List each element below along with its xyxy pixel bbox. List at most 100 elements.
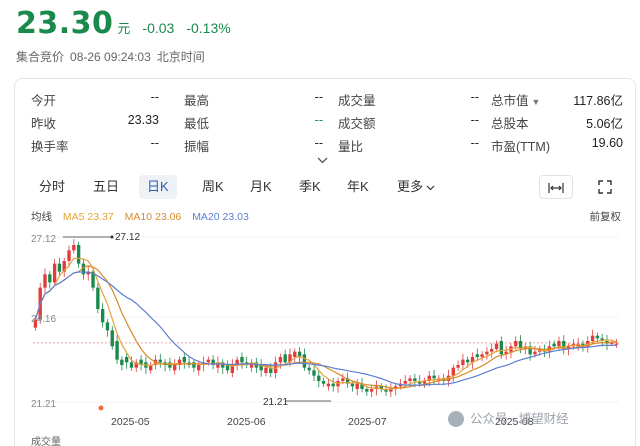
quote-panel: 今开 -- 最高 -- 成交量 -- 总市值 ▼ 117.86亿 昨收 23.33… (14, 78, 636, 446)
candle-body (158, 359, 162, 363)
candle-body (52, 263, 57, 283)
stat-label: 最低 (184, 117, 210, 131)
candle-body (293, 351, 297, 357)
price-change: -0.03 (142, 20, 175, 36)
candle-body (326, 383, 331, 387)
stat-value: -- (150, 90, 159, 104)
candle-body (96, 287, 100, 309)
stat-value: -- (314, 136, 323, 150)
stat-value: 23.33 (127, 113, 159, 127)
stat-label-market-cap[interactable]: 总市值 ▼ (491, 90, 540, 109)
candle-body (557, 341, 561, 347)
stat-value: 117.86亿 (573, 94, 623, 108)
y-tick-label: 21.21 (31, 399, 56, 410)
tab-intraday[interactable]: 分时 (31, 175, 73, 199)
candle-body (350, 383, 355, 387)
candle-body (451, 367, 455, 376)
candle-body (317, 375, 321, 381)
stat-label: 成交量 (338, 94, 376, 108)
ma20-line (34, 271, 617, 386)
candle-body (365, 389, 369, 392)
candle-body (552, 343, 556, 347)
low-annotation: 21.21 (263, 397, 288, 408)
quote-status-line: 集合竞价 08-26 09:24:03 北京时间 (16, 48, 211, 65)
adjust-mode[interactable]: 前复权 (590, 209, 622, 224)
price-unit: 元 (117, 21, 131, 36)
stat-value: -- (470, 113, 479, 127)
candle-body (533, 351, 537, 355)
tab-yearly-k[interactable]: 年K (339, 175, 377, 199)
stats-row: 换手率 -- 振幅 -- 量比 -- 市盈(TTM) 19.60 (31, 133, 631, 156)
chevron-down-icon[interactable] (317, 155, 328, 167)
kline-chart[interactable]: 27.12 24.16 21.21 27.12 21.21 2025-05 20… (15, 225, 637, 446)
stat-label: 量比 (338, 140, 364, 154)
ma20-value: MA20 23.03 (192, 211, 249, 223)
candle-body (312, 370, 316, 376)
stat-value: -- (470, 90, 479, 104)
tab-five-day[interactable]: 五日 (85, 175, 127, 199)
candle-body (129, 362, 134, 368)
candle-body (331, 383, 335, 387)
candle-body (124, 357, 129, 363)
candle-body (413, 378, 417, 381)
candle-body (72, 245, 76, 251)
stat-label: 成交额 (338, 117, 376, 131)
watermark: 公众号 · 博望财经 (448, 411, 569, 427)
candle-body (341, 378, 345, 381)
candle-body (475, 354, 479, 357)
tab-quarterly-k[interactable]: 季K (291, 175, 329, 199)
ma10-line (34, 265, 617, 389)
tab-more[interactable]: 更多 (389, 175, 443, 199)
tab-weekly-k[interactable]: 周K (194, 175, 232, 199)
stat-value: -- (150, 136, 159, 150)
session-label: 集合竞价 (16, 50, 65, 64)
candle-body (197, 365, 201, 371)
candle-body (57, 263, 62, 272)
ma5-line (34, 257, 617, 391)
chart-period-tabs: 分时 五日 日K 周K 月K 季K 年K 更多 (31, 175, 621, 201)
ma-legend: 均线 MA5 23.37 MA10 23.06 MA20 23.03 (31, 209, 257, 224)
candle-body (115, 341, 119, 360)
y-tick-label: 27.12 (31, 234, 56, 245)
ma10-value: MA10 23.06 (124, 211, 182, 223)
last-price: 23.30 (16, 6, 114, 41)
fit-width-icon[interactable] (539, 175, 573, 199)
stats-grid: 今开 -- 最高 -- 成交量 -- 总市值 ▼ 117.86亿 昨收 23.33… (31, 87, 631, 156)
candle-body (408, 378, 412, 381)
candle-body (595, 335, 600, 339)
stat-label: 今开 (31, 94, 57, 108)
candle-body (614, 343, 619, 345)
stat-value: -- (314, 113, 323, 127)
chevron-down-icon (426, 185, 435, 190)
stat-label: 市盈(TTM) (491, 140, 551, 154)
candle-body (403, 381, 407, 384)
candle-body (485, 351, 489, 355)
candle-body (192, 362, 196, 368)
stat-label: 换手率 (31, 140, 69, 154)
price-change-pct: -0.13% (186, 20, 231, 36)
stat-label: 振幅 (184, 140, 210, 154)
tab-daily-k[interactable]: 日K (139, 175, 177, 199)
price-row: 23.30 元 -0.03 -0.13% (16, 6, 231, 46)
stat-label: 最高 (184, 94, 210, 108)
candle-body (590, 335, 595, 341)
fullscreen-icon[interactable] (588, 175, 622, 199)
stat-label: 昨收 (31, 117, 57, 131)
candle-body (369, 389, 374, 392)
candle-body (494, 343, 499, 349)
wechat-icon (448, 411, 464, 427)
candle-body (466, 359, 470, 363)
candles (33, 239, 619, 397)
candle-body (432, 375, 436, 379)
x-tick-label: 2025-07 (348, 416, 387, 428)
candle-body (43, 274, 47, 288)
candle-body (120, 359, 124, 365)
x-tick-label: 2025-05 (111, 416, 150, 428)
tab-monthly-k[interactable]: 月K (242, 175, 280, 199)
candle-body (307, 367, 311, 371)
y-tick-label: 24.16 (31, 314, 56, 325)
candle-body (456, 365, 460, 368)
high-annotation: 27.12 (115, 232, 140, 243)
event-dot (98, 405, 104, 411)
stat-value: 5.06亿 (586, 117, 623, 131)
